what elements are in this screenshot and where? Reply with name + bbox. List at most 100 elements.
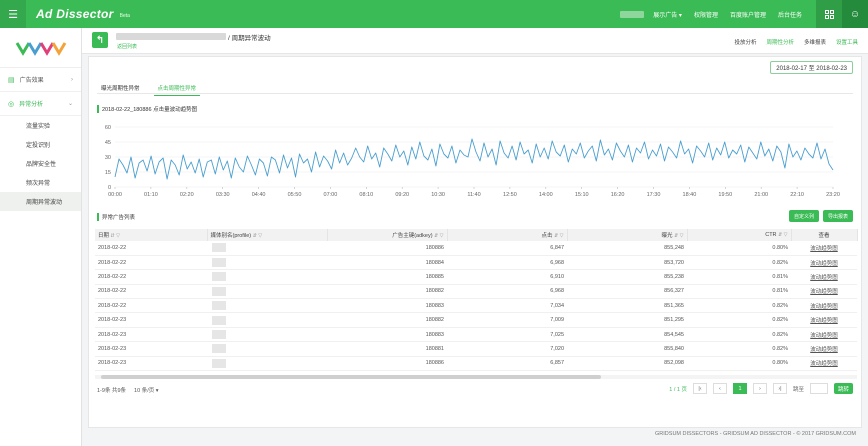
- sort-filter-icon[interactable]: ⇵ ▽: [111, 233, 120, 239]
- col-ctr[interactable]: CTR ⇵ ▽: [687, 229, 792, 241]
- pagination: 1 / 1 页 |‹ ‹ 1 › ›| 跳至 跳转: [669, 383, 853, 394]
- main-panel: 2018-02-17 至 2018-02-23 曝光周期性异常 点击周期性异常 …: [88, 56, 862, 428]
- table-row: 2018-02-22 180883 7,034 851,365 0.82% 波动趋势图: [95, 298, 857, 314]
- trend-chart-link[interactable]: 波动趋势图: [791, 241, 857, 256]
- sort-filter-icon[interactable]: ⇵ ▽: [674, 233, 683, 239]
- trend-chart-link[interactable]: 波动趋势图: [791, 269, 857, 285]
- series-line: [114, 138, 834, 180]
- date-range-picker[interactable]: 2018-02-17 至 2018-02-23: [770, 61, 853, 74]
- horizontal-scrollbar[interactable]: [95, 375, 857, 379]
- breadcrumb-blurred: [116, 33, 226, 40]
- back-button[interactable]: ↰: [92, 32, 108, 48]
- first-page-icon[interactable]: |‹: [692, 383, 707, 394]
- cell-profile: [207, 327, 327, 343]
- x-tick-label: 11:40: [467, 192, 480, 198]
- export-button[interactable]: 导出报表: [822, 210, 853, 222]
- section-marker: [97, 105, 99, 113]
- cell-clicks: 7,009: [447, 312, 567, 328]
- menu-icon[interactable]: ☰: [0, 0, 26, 28]
- cell-ctr: 0.80%: [687, 356, 791, 372]
- trend-chart-link[interactable]: 波动趋势图: [791, 356, 857, 372]
- profile-blurred: [212, 243, 226, 253]
- nav-baidu-accounts[interactable]: 百度账户管理: [730, 10, 766, 19]
- record-count: 1-9条 共9条: [97, 388, 127, 394]
- cell-date: 2018-02-23: [95, 327, 207, 343]
- nav-display-ads[interactable]: 展示广告 ▾: [653, 10, 682, 19]
- brand-logo: [0, 28, 81, 68]
- chart-title: 2018-02-22_180886 点击量波动趋势图: [97, 105, 197, 113]
- link-cycle-analysis[interactable]: 周期性分析: [766, 38, 794, 46]
- col-view: 查看: [791, 229, 858, 241]
- cell-profile: [207, 269, 327, 285]
- cell-clicks: 6,968: [447, 284, 567, 300]
- cell-ctr: 0.82%: [687, 298, 791, 314]
- sidebar-group-ad-effect[interactable]: ▤ 广告效果 ›: [0, 68, 81, 92]
- cell-date: 2018-02-23: [95, 341, 207, 357]
- nav-permissions[interactable]: 权限管理: [694, 10, 718, 19]
- profile-blurred: [212, 330, 226, 340]
- goto-button[interactable]: 跳转: [833, 383, 853, 394]
- x-tick-label: 04:40: [252, 192, 266, 198]
- nav-background-tasks[interactable]: 后台任务: [778, 10, 802, 19]
- table-row: 2018-02-23 180883 7,025 854,545 0.82% 波动趋势图: [95, 327, 857, 343]
- sort-filter-icon[interactable]: ⇵ ▽: [434, 233, 443, 239]
- col-adkey[interactable]: 广告主键(adkey) ⇵ ▽: [327, 229, 448, 241]
- table-row: 2018-02-23 180881 7,020 855,840 0.82% 波动趋势图: [95, 341, 857, 357]
- sort-filter-icon[interactable]: ⇵ ▽: [778, 232, 787, 238]
- prev-page-icon[interactable]: ‹: [712, 383, 727, 394]
- link-delivery-analysis[interactable]: 投放分析: [734, 38, 756, 46]
- y-tick-label: 30: [105, 155, 111, 161]
- gridsum-logo-icon: [15, 41, 66, 56]
- trend-chart-link[interactable]: 波动趋势图: [791, 284, 857, 300]
- back-to-list-link[interactable]: 返回列表: [117, 43, 137, 50]
- trend-chart-link[interactable]: 波动趋势图: [791, 298, 857, 314]
- col-clicks[interactable]: 点击 ⇵ ▽: [447, 229, 568, 241]
- cell-clicks: 7,020: [447, 341, 567, 357]
- sidebar-item-frequency[interactable]: 频次异常: [0, 173, 81, 192]
- col-profile[interactable]: 媒体别名(profile) ⇵ ▽: [207, 229, 328, 241]
- cell-ctr: 0.82%: [687, 312, 791, 328]
- goto-page-input[interactable]: [809, 383, 828, 394]
- trend-chart-link[interactable]: 波动趋势图: [791, 312, 857, 328]
- x-tick-label: 10:30: [431, 192, 445, 198]
- app-grid-icon[interactable]: [816, 0, 842, 28]
- sidebar-item-brand-safety[interactable]: 品牌安全性: [0, 154, 81, 173]
- link-reports[interactable]: 多维报表: [804, 38, 826, 46]
- page-1-button[interactable]: 1: [732, 383, 747, 394]
- table-row: 2018-02-22 180885 6,910 855,238 0.81% 波动趋势图: [95, 269, 857, 285]
- col-impressions[interactable]: 曝光 ⇵ ▽: [567, 229, 688, 241]
- cell-date: 2018-02-22: [95, 241, 207, 256]
- sort-filter-icon[interactable]: ⇵ ▽: [554, 233, 563, 239]
- scrollbar-thumb[interactable]: [101, 375, 601, 379]
- sidebar-group-anomaly[interactable]: ◎ 异常分析 ⌄: [0, 92, 81, 116]
- link-tools[interactable]: 设置工具: [836, 38, 858, 46]
- sidebar: ▤ 广告效果 › ◎ 异常分析 ⌄ 流量实验 定投识别 品牌安全性 频次异常 周…: [0, 28, 82, 446]
- y-tick-label: 60: [105, 125, 111, 131]
- next-page-icon[interactable]: ›: [752, 383, 767, 394]
- col-date[interactable]: 日期 ⇵ ▽: [95, 229, 208, 241]
- x-tick-label: 14:00: [539, 192, 553, 198]
- last-page-icon[interactable]: ›|: [772, 383, 787, 394]
- sidebar-item-cycle-anomaly[interactable]: 周期异常波动: [0, 192, 81, 211]
- trend-chart-link[interactable]: 波动趋势图: [791, 341, 857, 357]
- cell-date: 2018-02-22: [95, 269, 207, 285]
- y-tick-label: 15: [105, 170, 111, 176]
- custom-columns-button[interactable]: 自定义列: [788, 210, 819, 222]
- x-tick-label: 00:00: [108, 192, 122, 198]
- sidebar-item-targeting[interactable]: 定投识别: [0, 135, 81, 154]
- x-tick-label: 16:20: [611, 192, 625, 198]
- list-title-text: 异常广告列表: [102, 215, 136, 221]
- x-tick-label: 19:50: [718, 192, 732, 198]
- user-avatar-icon[interactable]: ☺: [842, 0, 868, 28]
- profile-blurred: [212, 272, 226, 282]
- profile-blurred: [212, 344, 226, 354]
- sort-filter-icon[interactable]: ⇵ ▽: [253, 233, 262, 239]
- sidebar-item-traffic-test[interactable]: 流量实验: [0, 116, 81, 135]
- cell-impressions: 855,248: [567, 241, 687, 256]
- cell-ctr: 0.82%: [687, 341, 791, 357]
- page-size-select[interactable]: 10 条/页 ▾: [134, 386, 158, 394]
- chart-title-text: 2018-02-22_180886 点击量波动趋势图: [102, 107, 198, 113]
- cell-impressions: 856,327: [567, 284, 687, 300]
- trend-chart-link[interactable]: 波动趋势图: [791, 255, 857, 271]
- trend-chart-link[interactable]: 波动趋势图: [791, 327, 857, 343]
